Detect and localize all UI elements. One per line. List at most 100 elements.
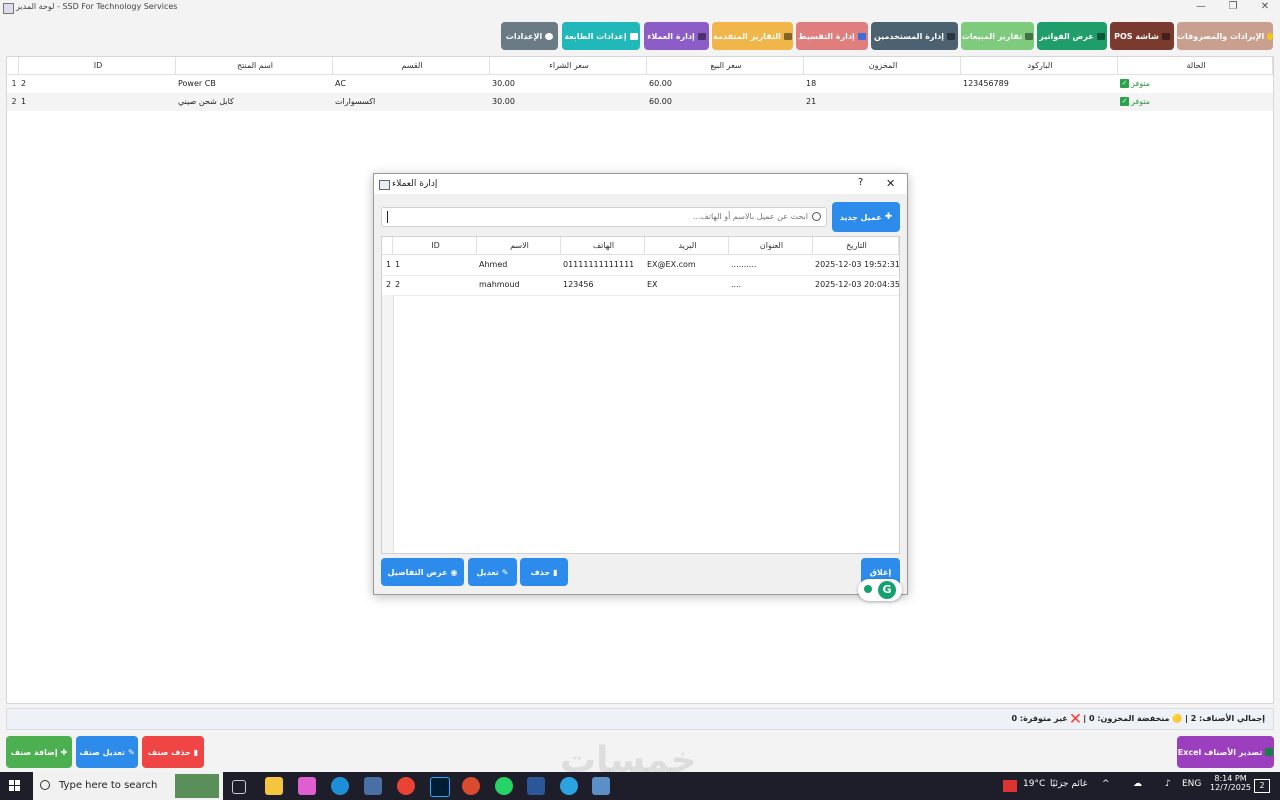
customer-management-button[interactable]: إدارة العملاء [644,22,709,50]
calculator-icon[interactable] [364,777,382,795]
chrome-icon[interactable] [397,777,415,795]
row-header-gutter [382,295,394,553]
customer-management-dialog: إدارة العملاء ? ✕ ابحث عن عميل بالاسم أو… [373,173,908,601]
col-product-name[interactable]: اسم المنتج [176,57,333,75]
speaker-icon[interactable]: ♪ [1165,779,1171,789]
media-player-icon[interactable] [462,777,480,795]
language-indicator[interactable]: ENG [1182,779,1201,789]
printer-settings-button[interactable]: إعدادات الطابعة [562,22,640,50]
settings-button[interactable]: الإعدادات [501,22,558,50]
inventory-summary: إجمالي الأصناف: 2 | 🟡 منخفضة المخزون: 0 … [1011,714,1266,723]
col-status[interactable]: الحالة [1118,57,1273,75]
add-customer-button[interactable]: عميل جديد ✚ [832,202,900,232]
advanced-reports-button[interactable]: التقارير المتقدمة [712,22,793,50]
check-icon: ✓ [1120,79,1129,88]
weather-desc[interactable]: غائم جزئيًا [1050,779,1087,789]
whatsapp-icon[interactable] [495,777,513,795]
col-buy-price[interactable]: سعر الشراء [490,57,647,75]
python-app-icon[interactable] [592,777,610,795]
windows-start-icon[interactable] [9,780,21,792]
edge-icon[interactable] [331,777,349,795]
col-customer-email[interactable]: البريد [645,237,729,255]
weather-temp[interactable]: 19°C [1023,779,1045,789]
coins-icon [1267,32,1273,40]
grammarly-widget[interactable]: G [858,579,902,601]
printer-icon [629,32,638,40]
edit-customer-button[interactable]: تعديل ✎ [468,558,517,586]
export-excel-button[interactable]: Excel تصدير الأصناف [1177,736,1274,768]
edit-item-button[interactable]: تعديل صنف ✎ [76,736,138,768]
help-button[interactable]: ? [858,177,863,188]
view-invoices-button[interactable]: عرض الفواتير [1037,22,1107,50]
invoice-icon [1096,32,1105,40]
photoshop-icon[interactable] [430,777,450,797]
search-icon [812,212,821,221]
view-details-button[interactable]: عرض التفاصيل ◉ [381,558,464,586]
close-window-button[interactable]: ✕ [1250,0,1280,14]
dialog-app-icon [379,180,390,190]
search-highlight-image [175,774,219,798]
taskbar-search-input[interactable]: Type here to search [33,772,223,800]
restore-button[interactable]: ❐ [1218,0,1248,14]
weather-icon[interactable] [1003,780,1017,792]
minimize-button[interactable]: — [1186,0,1216,14]
trash-icon: ▮ [193,747,199,757]
copilot-icon[interactable] [298,777,316,795]
add-item-button[interactable]: إضافة صنف ✚ [6,736,72,768]
table-row[interactable]: 2 2 mahmoud 123456 EX .... 2025-12-03 20… [382,275,899,296]
revenues-expenses-button[interactable]: الإيرادات والمصروفات [1177,22,1273,50]
inventory-statusbar: إجمالي الأصناف: 2 | 🟡 منخفضة المخزون: 0 … [6,708,1274,730]
dialog-title: إدارة العملاء [392,179,438,189]
user-management-button[interactable]: إدارة المستخدمين [871,22,958,50]
eye-icon: ◉ [450,567,458,577]
installments-button[interactable]: إدارة التقسيط [796,22,868,50]
clock[interactable]: 8:14 PM 12/7/2025 [1210,774,1251,792]
table-row[interactable]: 1 1 Ahmed 01111111111111 EX@EX.com .....… [382,255,899,276]
customer-search-input[interactable]: ابحث عن عميل بالاسم أو الهاتف... [381,207,827,227]
task-view-icon[interactable] [232,780,246,794]
cash-register-icon [1161,32,1170,40]
window-titlebar: لوحة المدير - SSD For Technology Service… [0,0,1280,16]
cloud-icon[interactable]: ☁ [1133,779,1142,789]
trash-icon: ▮ [553,567,558,577]
table-row[interactable]: 2 1 كابل شحن صيني اكسسوارات 30.00 60.00 … [7,93,1273,111]
chart-icon [1025,32,1034,40]
text-caret [387,211,388,223]
users-icon [947,32,956,40]
telegram-icon[interactable] [560,777,578,795]
pencil-icon: ✎ [127,747,135,757]
windows-taskbar: Type here to search 19°C غائم جزئيًا ^ ☁… [0,772,1280,800]
status-badge: ✓ متوفر [1120,79,1151,88]
delete-customer-button[interactable]: حذف ▮ [520,558,568,586]
status-badge: ✓ متوفر [1120,97,1151,106]
notification-icon[interactable]: 2 [1254,779,1270,793]
plus-icon: ✚ [60,747,68,757]
delete-item-button[interactable]: حذف صنف ▮ [142,736,204,768]
col-customer-date[interactable]: التاريخ [813,237,899,255]
sales-reports-button[interactable]: تقارير المبيعات [961,22,1034,50]
customers-table: ID الاسم الهاتف البريد العنوان التاريخ 1… [381,236,900,554]
col-category[interactable]: القسم [333,57,490,75]
bulb-icon [864,585,872,593]
installments-icon [857,32,866,40]
customers-icon [697,32,706,40]
col-id[interactable]: ID [19,57,176,75]
col-sell-price[interactable]: سعر البيع [647,57,804,75]
word-icon[interactable] [527,777,545,795]
col-customer-phone[interactable]: الهاتف [561,237,645,255]
col-customer-id[interactable]: ID [393,237,477,255]
app-icon [3,3,14,14]
grammarly-icon: G [878,581,896,599]
col-customer-name[interactable]: الاسم [477,237,561,255]
dialog-close-icon[interactable]: ✕ [886,177,895,190]
pencil-icon: ✎ [501,567,509,577]
pos-screen-button[interactable]: POS شاشة [1110,22,1174,50]
chevron-up-icon[interactable]: ^ [1102,779,1110,789]
file-explorer-icon[interactable] [265,777,283,795]
col-stock[interactable]: المخزون [804,57,961,75]
col-barcode[interactable]: الباركود [961,57,1118,75]
check-icon: ✓ [1120,97,1129,106]
col-customer-address[interactable]: العنوان [729,237,813,255]
table-row[interactable]: 1 2 Power CB AC 30.00 60.00 18 123456789… [7,75,1273,93]
add-user-icon: ✚ [884,212,893,222]
